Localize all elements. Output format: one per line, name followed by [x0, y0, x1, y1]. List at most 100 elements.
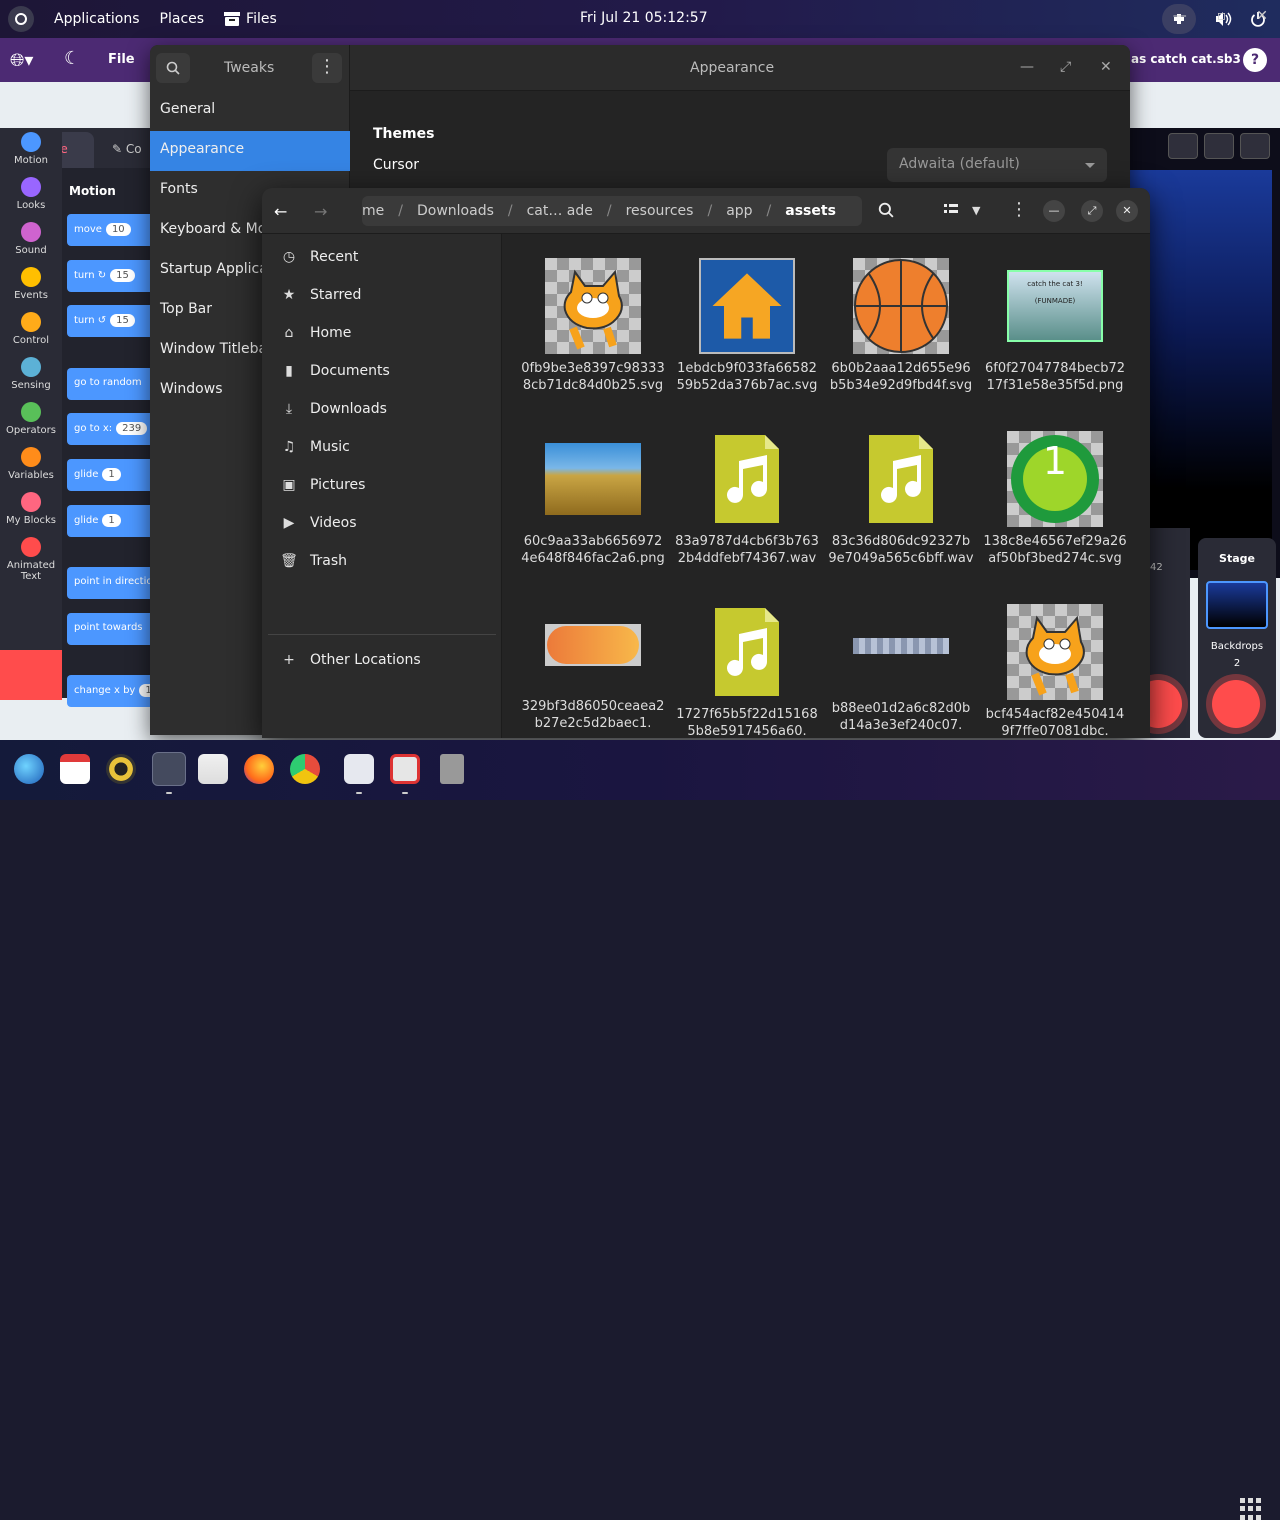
tweaks-icon[interactable]	[344, 754, 374, 784]
breadcrumb-item[interactable]: cat… ade	[527, 203, 593, 219]
motion-block[interactable]: turn ↺ 15	[67, 305, 157, 337]
breadcrumb-item[interactable]: resources	[626, 203, 694, 219]
forward-arrow-icon[interactable]: →	[314, 202, 327, 221]
sidebar-item-recent[interactable]: ◷ Recent	[280, 238, 500, 276]
file-menu[interactable]: File	[108, 52, 135, 67]
motion-block[interactable]: glide 1	[67, 505, 157, 537]
file-item[interactable]: 1727f65b5f22d151685b8e5917456a60.	[670, 604, 824, 738]
breadcrumb-item[interactable]: me	[362, 203, 384, 219]
motion-block[interactable]: turn ↻ 15	[67, 260, 157, 292]
software-bag-icon[interactable]	[198, 754, 228, 784]
maximize-icon[interactable]: ▫	[1217, 8, 1227, 24]
places-menu[interactable]: Places	[160, 11, 205, 27]
large-stage-button[interactable]	[1204, 133, 1234, 159]
rhythmbox-icon[interactable]	[106, 754, 136, 784]
sidebar-item-pictures[interactable]: ▣ Pictures	[280, 466, 500, 504]
main-menu-icon[interactable]: ⋮	[1010, 199, 1028, 220]
tweaks-menu-button[interactable]: ⋮	[312, 53, 342, 83]
category-animated-text[interactable]: Animated Text	[0, 533, 62, 582]
block-number-input[interactable]: 1	[102, 468, 121, 481]
minimize-icon[interactable]: —	[1043, 200, 1065, 222]
motion-block[interactable]: change x by 1	[67, 675, 157, 707]
maximize-icon[interactable]: ⤢	[1060, 59, 1071, 75]
close-icon[interactable]: ✕	[1100, 59, 1112, 75]
category-control[interactable]: Control	[0, 308, 62, 353]
breadcrumb-item[interactable]: Downloads	[417, 203, 494, 219]
stage-canvas[interactable]	[1130, 170, 1272, 570]
file-item[interactable]: 0fb9be3e8397c983338cb71dc84d0b25.svg	[516, 258, 670, 394]
sidebar-item-trash[interactable]: 🗑︎ Trash	[280, 542, 500, 580]
file-item[interactable]: 83a9787d4cb6f3b7632b4ddfebf74367.wav	[670, 431, 824, 567]
block-number-input[interactable]: 239	[116, 422, 148, 435]
search-icon[interactable]	[878, 202, 894, 218]
sidebar-item-downloads[interactable]: ⤓ Downloads	[280, 390, 500, 428]
files-icon[interactable]	[152, 752, 186, 786]
activities-logo-icon[interactable]	[8, 6, 34, 32]
file-item[interactable]: 60c9aa33ab66569724e648f846fac2a6.png	[516, 431, 670, 567]
motion-block[interactable]: point towards	[67, 613, 157, 645]
sidebar-item-documents[interactable]: ▮ Documents	[280, 352, 500, 390]
fullscreen-button[interactable]	[1240, 133, 1270, 159]
close-icon[interactable]: ✕	[1116, 200, 1138, 222]
minimize-icon[interactable]: —	[1173, 8, 1187, 24]
calendar-icon[interactable]	[60, 754, 90, 784]
category-my-blocks[interactable]: My Blocks	[0, 488, 62, 533]
tweaks-nav-appearance[interactable]: Appearance	[150, 131, 350, 171]
view-options-chevron-icon[interactable]: ▼	[972, 204, 980, 217]
sidebar-item-home[interactable]: ⌂ Home	[280, 314, 500, 352]
tab-costumes[interactable]: ✎ Co	[96, 132, 150, 168]
file-item[interactable]: 1 138c8e46567ef29a26af50bf3bed274c.svg	[978, 431, 1132, 567]
file-item[interactable]: 329bf3d86050ceaea2b27e2c5d2baec1.	[516, 604, 670, 732]
category-sensing[interactable]: Sensing	[0, 353, 62, 398]
sidebar-item-other-locations[interactable]: + Other Locations	[280, 641, 500, 679]
category-sound[interactable]: Sound	[0, 218, 62, 263]
file-item[interactable]: 1ebdcb9f033fa6658259b52da376b7ac.svg	[670, 258, 824, 394]
breadcrumb-item[interactable]: assets	[785, 203, 836, 219]
sidebar-item-videos[interactable]: ▶ Videos	[280, 504, 500, 542]
file-item[interactable]: b88ee01d2a6c82d0bd14a3e3ef240c07.	[824, 604, 978, 734]
motion-block[interactable]: point in direction	[67, 567, 157, 599]
files-app-menu[interactable]: Files	[224, 11, 277, 27]
motion-block[interactable]: glide 1	[67, 459, 157, 491]
add-extension-button[interactable]	[0, 650, 62, 700]
category-motion[interactable]: Motion	[0, 128, 62, 173]
firefox-icon[interactable]	[244, 754, 274, 784]
tweaks-nav-general[interactable]: General	[150, 91, 350, 131]
block-number-input[interactable]: 1	[102, 514, 121, 527]
close-icon[interactable]: ✕	[1256, 8, 1268, 24]
minimize-icon[interactable]: —	[1020, 59, 1034, 75]
browser-globe-icon[interactable]	[14, 754, 44, 784]
typora-icon[interactable]	[390, 754, 420, 784]
clock[interactable]: Fri Jul 21 05:12:57	[580, 10, 708, 26]
moon-icon[interactable]: ☾	[64, 48, 80, 69]
category-variables[interactable]: Variables	[0, 443, 62, 488]
file-item[interactable]: bcf454acf82e4504149f7ffe07081dbc.	[978, 604, 1132, 738]
list-view-icon[interactable]	[944, 202, 958, 216]
file-item[interactable]: 6b0b2aaa12d655e96b5b34e92d9fbd4f.svg	[824, 258, 978, 394]
small-stage-button[interactable]	[1168, 133, 1198, 159]
choose-backdrop-button[interactable]	[1212, 680, 1260, 728]
motion-block[interactable]: move 10	[67, 214, 157, 246]
file-item[interactable]: catch the cat 3! (FUNMADE) 6f0f27047784be…	[978, 258, 1132, 394]
category-looks[interactable]: Looks	[0, 173, 62, 218]
maximize-icon[interactable]: ⤢	[1081, 200, 1103, 222]
motion-block[interactable]: go to random	[67, 368, 157, 400]
file-item[interactable]: 83c36d806dc92327b9e7049a565c6bff.wav	[824, 431, 978, 567]
applications-menu[interactable]: Applications	[54, 11, 140, 27]
category-events[interactable]: Events	[0, 263, 62, 308]
motion-block[interactable]: go to x: 239	[67, 413, 157, 445]
globe-icon[interactable]: 🌐︎▾	[10, 50, 33, 71]
sidebar-item-starred[interactable]: ★ Starred	[280, 276, 500, 314]
search-button[interactable]	[156, 53, 190, 83]
block-number-input[interactable]: 15	[110, 314, 135, 327]
back-arrow-icon[interactable]: ←	[274, 202, 287, 221]
cursor-theme-dropdown[interactable]: Adwaita (default)	[887, 148, 1107, 182]
block-number-input[interactable]: 10	[105, 223, 131, 236]
category-operators[interactable]: Operators	[0, 398, 62, 443]
trash-icon[interactable]	[440, 754, 464, 784]
chrome-icon[interactable]	[290, 754, 320, 784]
app-grid-icon[interactable]	[1240, 1498, 1262, 1520]
sidebar-item-music[interactable]: ♫ Music	[280, 428, 500, 466]
breadcrumb-menu-icon[interactable]: ⋮	[856, 202, 862, 221]
help-button[interactable]: ?	[1243, 48, 1267, 72]
